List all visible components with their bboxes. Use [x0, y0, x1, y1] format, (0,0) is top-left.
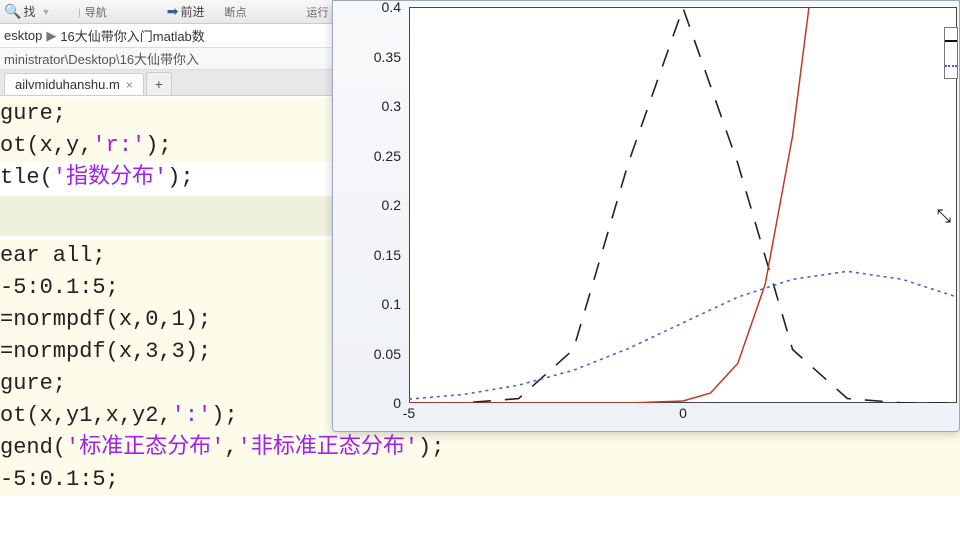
find-icon: 🔍: [4, 3, 21, 20]
ribbon-group-break: 断点: [224, 4, 246, 20]
dropdown-icon: ▼: [41, 7, 50, 17]
x-tick-label: 0: [679, 405, 687, 421]
forward-icon: ➡: [167, 3, 179, 20]
y-tick-label: 0.05: [374, 346, 401, 362]
figure-window[interactable]: 00.050.10.150.20.250.30.350.4 ⤡ -50: [332, 0, 960, 432]
y-tick-label: 0.25: [374, 148, 401, 164]
add-tab-button[interactable]: +: [146, 72, 172, 95]
y-axis: 00.050.10.150.20.250.30.350.4: [333, 7, 409, 403]
x-tick-label: -5: [403, 405, 415, 421]
y-tick-label: 0: [393, 395, 401, 411]
y-tick-label: 0.3: [382, 98, 401, 114]
legend[interactable]: [944, 27, 958, 79]
y-tick-label: 0.1: [382, 296, 401, 312]
y-tick-label: 0.4: [382, 0, 401, 15]
step-button[interactable]: ➡ 前进: [167, 3, 205, 20]
file-tab[interactable]: ailvmiduhanshu.m ×: [4, 73, 144, 95]
close-icon[interactable]: ×: [126, 78, 133, 92]
y-tick-label: 0.15: [374, 247, 401, 263]
legend-marker-standard: [945, 40, 957, 42]
legend-marker-nonstandard: [945, 65, 957, 67]
x-axis: -50: [409, 401, 957, 425]
plot-axes[interactable]: ⤡: [409, 7, 957, 403]
plot-lines: [409, 7, 957, 403]
ribbon-group-nav: 导航: [85, 4, 107, 20]
code-line: gend('标准正态分布','非标准正态分布');: [0, 432, 960, 464]
code-line: -5:0.1:5;: [0, 464, 960, 496]
tab-label: ailvmiduhanshu.m: [15, 77, 120, 92]
series-line-red: [409, 7, 809, 403]
y-tick-label: 0.35: [374, 49, 401, 65]
ribbon-group-run: 运行: [306, 4, 328, 20]
series-line: [409, 8, 957, 403]
series-line: [409, 271, 957, 399]
y-tick-label: 0.2: [382, 197, 401, 213]
cursor-icon: ⤡: [937, 207, 951, 228]
find-button[interactable]: 🔍 找 ▼: [4, 3, 54, 20]
chevron-right-icon: ▶: [46, 28, 56, 44]
